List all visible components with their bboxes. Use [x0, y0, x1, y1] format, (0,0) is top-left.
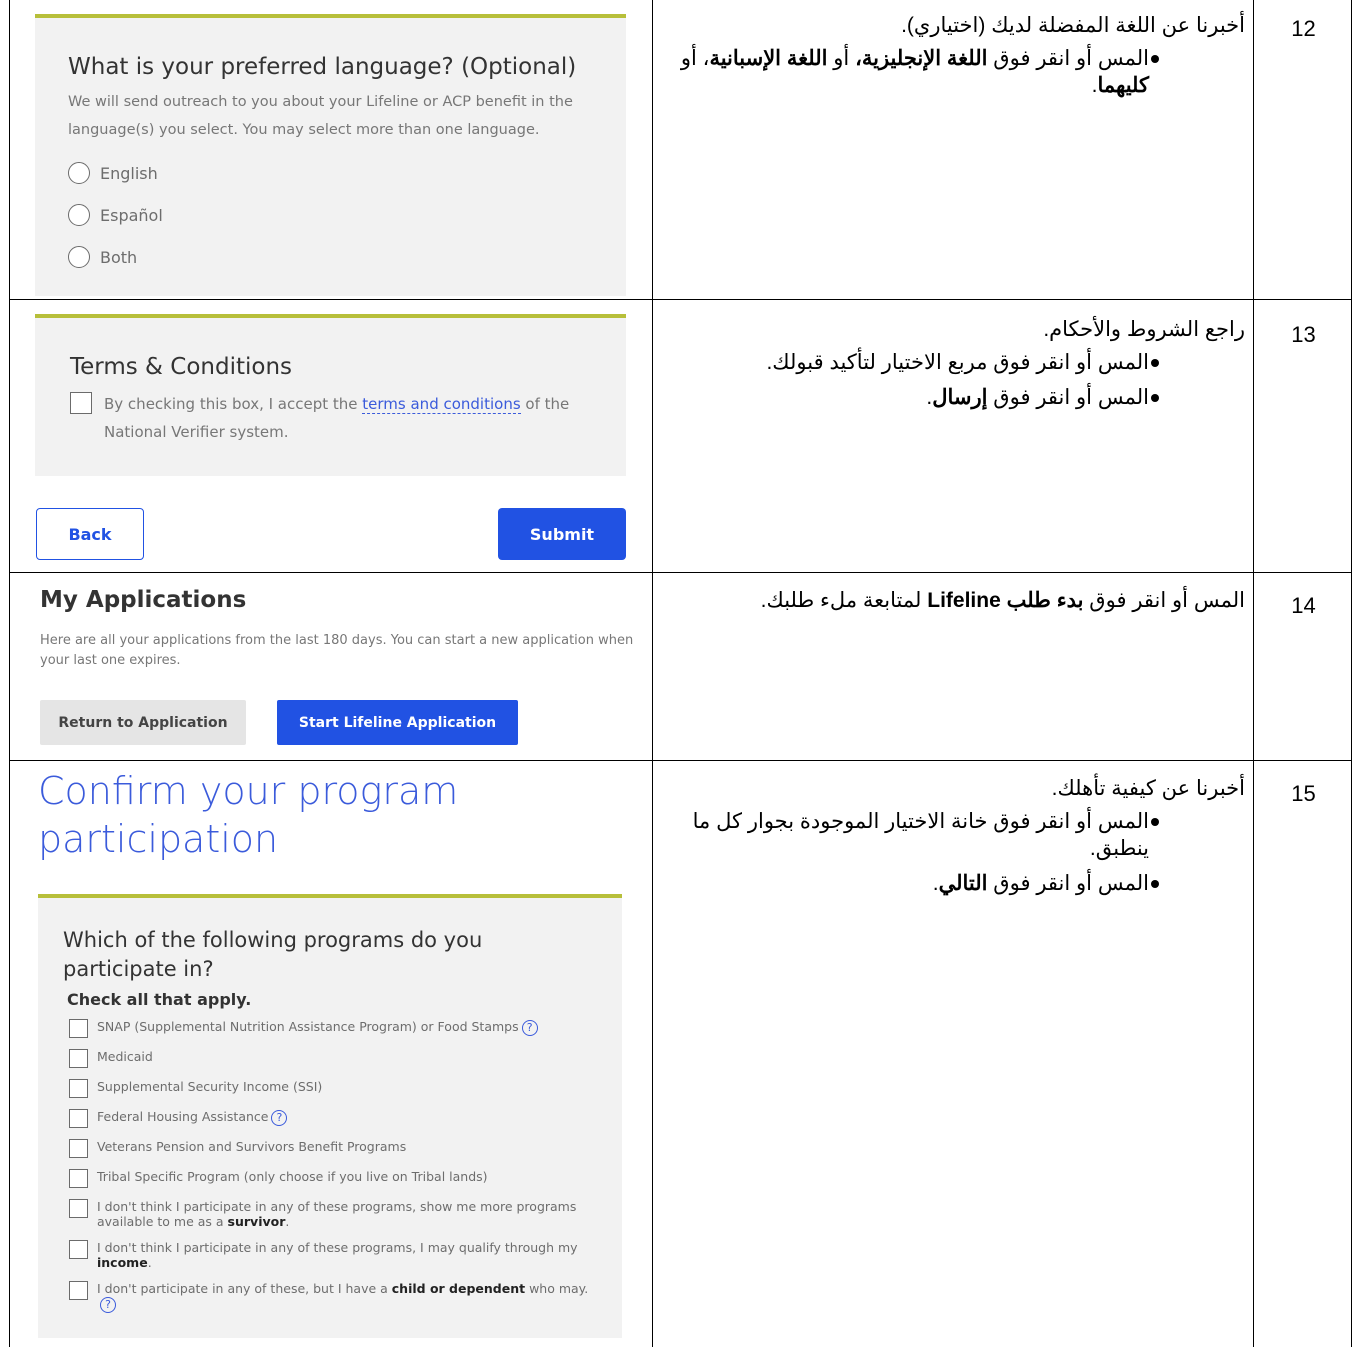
program-label: I don't think I participate in any of th…	[97, 1240, 578, 1270]
program-label: Veterans Pension and Survivors Benefit P…	[97, 1139, 407, 1154]
program-option[interactable]: Veterans Pension and Survivors Benefit P…	[69, 1139, 594, 1158]
radio-circle-icon[interactable]	[68, 246, 90, 268]
radio-both[interactable]: Both	[68, 236, 593, 278]
check-all-label: Check all that apply.	[67, 990, 252, 1009]
help-icon[interactable]: ?	[271, 1109, 288, 1126]
radio-circle-icon[interactable]	[68, 204, 90, 226]
program-label: Medicaid	[97, 1049, 153, 1064]
program-option[interactable]: I don't think I participate in any of th…	[69, 1199, 594, 1229]
program-checkbox[interactable]	[69, 1049, 88, 1068]
program-option[interactable]: Federal Housing Assistance?	[69, 1109, 594, 1128]
program-label: SNAP (Supplemental Nutrition Assistance …	[97, 1019, 538, 1036]
language-question: What is your preferred language? (Option…	[68, 54, 577, 80]
back-button[interactable]: Back	[36, 508, 144, 560]
language-card: What is your preferred language? (Option…	[35, 14, 626, 296]
help-icon[interactable]: ?	[100, 1296, 116, 1313]
step-instructions: المس أو انقر فوق بدء طلب Lifeline لمتابع…	[760, 589, 1245, 612]
table-row-12: 12 أخبرنا عن اللغة المفضلة لديك (اختياري…	[10, 0, 1351, 300]
applications-desc: Here are all your applications from the …	[40, 633, 634, 668]
radio-english[interactable]: English	[68, 152, 593, 194]
program-option[interactable]: Supplemental Security Income (SSI)	[69, 1079, 594, 1098]
program-option[interactable]: Tribal Specific Program (only choose if …	[69, 1169, 594, 1188]
programs-card: Which of the following programs do you p…	[38, 894, 622, 1338]
program-checkbox[interactable]	[69, 1079, 88, 1098]
terms-card: Terms & Conditions By checking this box,…	[35, 314, 626, 476]
language-desc: We will send outreach to you about your …	[68, 94, 573, 138]
program-option[interactable]: I don't think I participate in any of th…	[69, 1240, 594, 1270]
program-checkbox[interactable]	[69, 1139, 88, 1158]
terms-title: Terms & Conditions	[70, 354, 293, 380]
applications-title: My Applications	[40, 587, 247, 613]
submit-button[interactable]: Submit	[498, 508, 626, 560]
step-number: 14	[1291, 593, 1316, 618]
program-label: Tribal Specific Program (only choose if …	[97, 1169, 488, 1184]
terms-checkbox[interactable]	[70, 392, 92, 414]
program-checkbox[interactable]	[69, 1281, 88, 1300]
program-label: I don't think I participate in any of th…	[97, 1199, 577, 1229]
program-checkbox[interactable]	[69, 1169, 88, 1188]
program-checkbox[interactable]	[69, 1019, 88, 1038]
program-label: Supplemental Security Income (SSI)	[97, 1079, 323, 1094]
programs-question: Which of the following programs do you p…	[63, 928, 483, 981]
terms-link[interactable]: terms and conditions	[362, 395, 521, 414]
program-label: I don't participate in any of these, but…	[97, 1281, 589, 1313]
return-to-application-button[interactable]: Return to Application	[40, 700, 246, 745]
help-icon[interactable]: ?	[521, 1019, 538, 1036]
page-heading: Confirm your program participation	[38, 769, 459, 861]
table-row-14: 14 المس أو انقر فوق بدء طلب Lifeline لمت…	[10, 573, 1351, 761]
step-number: 15	[1291, 781, 1316, 806]
program-option[interactable]: I don't participate in any of these, but…	[69, 1281, 594, 1313]
program-checkbox[interactable]	[69, 1109, 88, 1128]
radio-espanol[interactable]: Español	[68, 194, 593, 236]
program-label: Federal Housing Assistance?	[97, 1109, 288, 1126]
step-instructions: راجع الشروط والأحكام. المس أو انقر فوق م…	[670, 316, 1245, 419]
radio-circle-icon[interactable]	[68, 162, 90, 184]
instruction-table: 12 أخبرنا عن اللغة المفضلة لديك (اختياري…	[9, 0, 1352, 1347]
table-row-15: 15 أخبرنا عن كيفية تأهلك. المس أو انقر ف…	[10, 761, 1351, 1347]
table-row-13: 13 راجع الشروط والأحكام. المس أو انقر فو…	[10, 300, 1351, 573]
program-option[interactable]: Medicaid	[69, 1049, 594, 1068]
program-checkbox[interactable]	[69, 1199, 88, 1218]
step-number: 12	[1291, 16, 1316, 41]
program-option[interactable]: SNAP (Supplemental Nutrition Assistance …	[69, 1019, 594, 1038]
program-checkbox[interactable]	[69, 1240, 88, 1259]
step-instructions: أخبرنا عن اللغة المفضلة لديك (اختياري). …	[670, 12, 1245, 107]
programs-list: SNAP (Supplemental Nutrition Assistance …	[69, 1019, 594, 1313]
start-lifeline-application-button[interactable]: Start Lifeline Application	[277, 700, 518, 745]
step-instructions: أخبرنا عن كيفية تأهلك. المس أو انقر فوق …	[670, 775, 1245, 905]
step-number: 13	[1291, 322, 1316, 347]
